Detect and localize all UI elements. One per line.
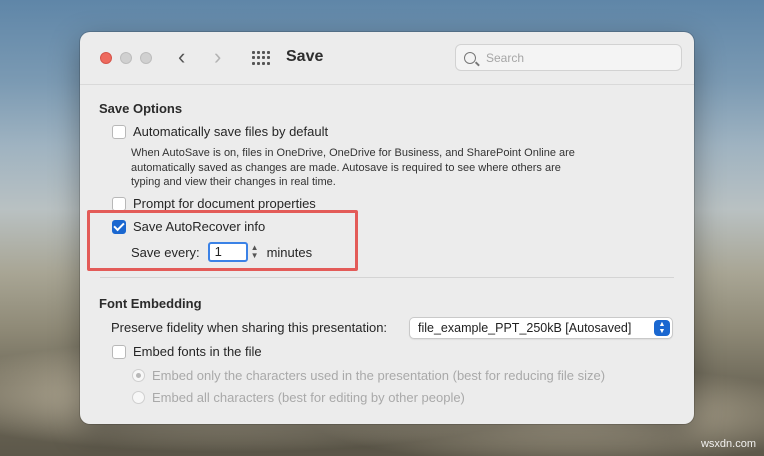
embed-all-row: Embed all characters (best for editing b… [132,390,465,405]
watermark: wsxdn.com [700,438,756,450]
embed-only-used-row: Embed only the characters used in the pr… [132,368,605,383]
close-window-button[interactable] [100,52,112,64]
autosave-description: When AutoSave is on, files in OneDrive, … [131,146,611,190]
presentation-select[interactable]: file_example_PPT_250kB [Autosaved] ▲ ▼ [409,317,673,339]
minimize-window-button[interactable] [120,52,132,64]
embed-all-label: Embed all characters (best for editing b… [152,390,465,405]
autosave-description-line: automatically saved as changes are made.… [131,161,561,174]
embed-only-used-label: Embed only the characters used in the pr… [152,368,606,383]
embed-fonts-label: Embed fonts in the file [133,344,262,359]
title-divider [80,84,694,85]
window-title: Save [286,48,324,65]
search-field[interactable] [455,44,682,71]
font-embedding-heading: Font Embedding [99,296,202,311]
preserve-fidelity-label: Preserve fidelity when sharing this pres… [111,320,388,335]
prompt-properties-label: Prompt for document properties [133,196,316,211]
presentation-select-value: file_example_PPT_250kB [Autosaved] [418,321,632,335]
autosave-description-line: typing and view their changes in real ti… [131,176,336,188]
search-input[interactable] [486,50,666,65]
title-bar: ‹ › Save [80,32,694,84]
autosave-row[interactable]: Automatically save files by default [112,124,328,139]
embed-only-used-radio [132,369,145,382]
section-divider [100,277,674,278]
back-chevron-icon[interactable]: ‹ [178,46,185,68]
maximize-window-button[interactable] [140,52,152,64]
forward-chevron-icon[interactable]: › [214,46,221,68]
prompt-properties-checkbox[interactable] [112,196,126,211]
search-icon [464,51,476,64]
embed-fonts-row[interactable]: Embed fonts in the file [112,344,262,359]
select-arrows-icon[interactable]: ▲ ▼ [654,320,670,336]
autosave-description-line: When AutoSave is on, files in OneDrive, … [131,147,575,159]
embed-all-radio [132,391,145,404]
show-all-grid-icon[interactable] [252,51,270,65]
prompt-properties-row[interactable]: Prompt for document properties [112,196,316,211]
highlight-annotation [87,210,358,271]
embed-fonts-checkbox[interactable] [112,344,126,359]
autosave-checkbox[interactable] [112,124,126,139]
save-options-heading: Save Options [99,101,183,116]
autosave-label: Automatically save files by default [133,124,329,139]
